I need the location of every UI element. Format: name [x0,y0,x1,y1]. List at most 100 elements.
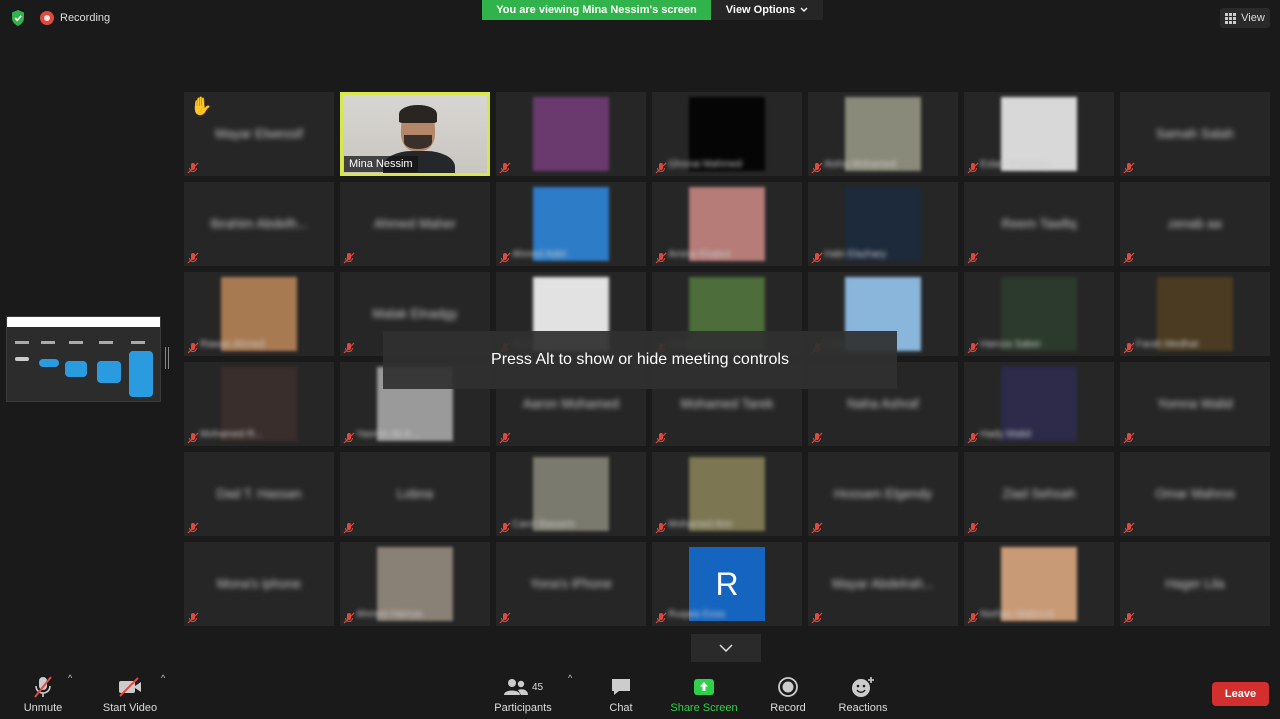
show-more-button[interactable] [691,634,761,662]
participant-name: Yasmin Ali A... [356,429,420,440]
muted-mic-icon [655,521,667,534]
audio-options-caret-icon[interactable]: ^ [68,673,72,683]
security-shield-icon[interactable] [10,9,26,27]
participants-icon: 45 [503,672,543,702]
participant-tile[interactable]: Mina Nessim [340,92,490,176]
start-video-button[interactable]: Start Video [100,663,160,719]
participant-tile[interactable]: Omar Mahros [1120,452,1270,536]
record-label: Record [770,702,806,714]
participant-tile[interactable]: Aisha Mohamed [808,92,958,176]
raised-hand-icon: ✋ [190,96,213,116]
participant-tile[interactable]: Hamza Saber [964,272,1114,356]
shared-screen-thumbnail[interactable] [6,316,161,402]
participant-tile[interactable]: Eslam Elazhary [964,92,1114,176]
participant-tile[interactable]: Habi Elazhary [808,182,958,266]
unmute-button[interactable]: Unmute [20,663,66,719]
muted-mic-icon [499,161,511,174]
participant-tile[interactable]: Ahmed Hamza [340,542,490,626]
participant-name: Ahmed Maher [374,216,456,231]
participant-tile[interactable]: Lobna [340,452,490,536]
muted-mic-icon [187,431,199,444]
muted-mic-icon [811,611,823,624]
participants-button[interactable]: 45 Participants [492,663,554,719]
muted-mic-icon [187,611,199,624]
participant-tile[interactable]: Ziad Sehsah [964,452,1114,536]
participant-tile[interactable]: Mayar Abdelrah... [808,542,958,626]
participant-name: Malak Elnadgy [372,306,458,321]
chat-button[interactable]: Chat [602,663,640,719]
participant-name: Yona's iPhone [529,576,613,591]
participant-name: Hager Lila [1165,576,1225,591]
participant-tile[interactable]: Yomna Walid [1120,362,1270,446]
muted-mic-icon [343,521,355,534]
share-screen-icon [693,672,715,702]
participant-tile[interactable]: zenab aa [1120,182,1270,266]
chat-icon [610,672,632,702]
muted-mic-icon [499,611,511,624]
recording-icon [40,11,54,25]
video-options-caret-icon[interactable]: ^ [161,673,165,683]
participant-name: Mayar Abdelrah... [832,576,934,591]
participant-tile[interactable]: Reem Tawfiq [964,182,1114,266]
participant-tile[interactable]: Norhan Mabrouk [964,542,1114,626]
participant-name: Farah Medhat [1136,339,1199,350]
participants-label: Participants [494,702,552,714]
recording-label: Recording [60,12,111,24]
leave-button[interactable]: Leave [1212,682,1269,706]
participant-tile[interactable]: Ahmed Maher [340,182,490,266]
muted-mic-icon [655,611,667,624]
participants-caret-icon[interactable]: ^ [568,673,572,683]
participant-tile[interactable]: Hossam Elgendy [808,452,958,536]
view-options-label: View Options [725,4,796,16]
participant-name: Omar Mahros [1155,486,1235,501]
recording-indicator[interactable]: Recording [40,11,110,25]
participant-name: Ruqaia Essa [668,609,725,620]
participant-name: zenab aa [1168,216,1222,231]
muted-mic-icon [811,431,823,444]
participant-tile[interactable]: Mona's iphone [184,542,334,626]
muted-mic-icon [499,251,511,264]
muted-mic-icon [967,251,979,264]
start-video-label: Start Video [102,702,158,714]
participant-tile[interactable]: Hager Lila [1120,542,1270,626]
participant-tile[interactable]: Mohamed R... [184,362,334,446]
reactions-button[interactable]: Reactions [835,663,891,719]
hint-text: Press Alt to show or hide meeting contro… [491,351,789,368]
participant-name: Amina Khaled [668,249,731,260]
muted-mic-icon [499,431,511,444]
participant-tile[interactable]: Carol Bassem [496,452,646,536]
participant-tile[interactable]: Mohamed Amr [652,452,802,536]
participant-name: Ahmed Hamza [356,609,423,620]
participant-tile[interactable]: Mayar Elwessif ✋ [184,92,334,176]
participant-tile[interactable]: R Ruqaia Essa [652,542,802,626]
participant-tile[interactable]: Amina Khaled [652,182,802,266]
meeting-toolbar: Unmute ^ Start Video ^ 45 Participants ^… [0,663,1280,719]
view-button[interactable]: View [1220,8,1270,28]
participant-name: Samah Salah [1155,126,1235,141]
view-options-button[interactable]: View Options [711,0,823,20]
meeting-controls-hint: Press Alt to show or hide meeting contro… [383,331,897,389]
participant-tile[interactable]: Ibrahim Abdelh... [184,182,334,266]
participant-name: Ghonai Mahmed [668,159,742,170]
muted-mic-icon [1123,611,1135,624]
muted-mic-icon [967,521,979,534]
participant-tile[interactable]: Farah Medhat [1120,272,1270,356]
participant-tile[interactable]: Yona's iPhone [496,542,646,626]
share-screen-label: Share Screen [670,702,738,714]
participant-tile[interactable]: Dad T. Hassan [184,452,334,536]
participant-tile[interactable]: Ahmed Adel [496,182,646,266]
muted-mic-icon [811,251,823,264]
share-screen-button[interactable]: Share Screen [670,663,738,719]
participant-tile[interactable]: Hady Walid [964,362,1114,446]
participant-name: Ahmed Adel [512,249,566,260]
participant-name: Hamza Saber [980,339,1042,350]
participant-tile[interactable]: Samah Salah [1120,92,1270,176]
participant-tile[interactable]: Rawan Ahmed [184,272,334,356]
participant-tile[interactable] [496,92,646,176]
reactions-label: Reactions [838,702,888,714]
participant-tile[interactable]: Ghonai Mahmed [652,92,802,176]
muted-mic-icon [187,251,199,264]
record-button[interactable]: Record [767,663,809,719]
thumbnail-resize-handle[interactable] [165,347,169,369]
muted-mic-icon [1123,251,1135,264]
